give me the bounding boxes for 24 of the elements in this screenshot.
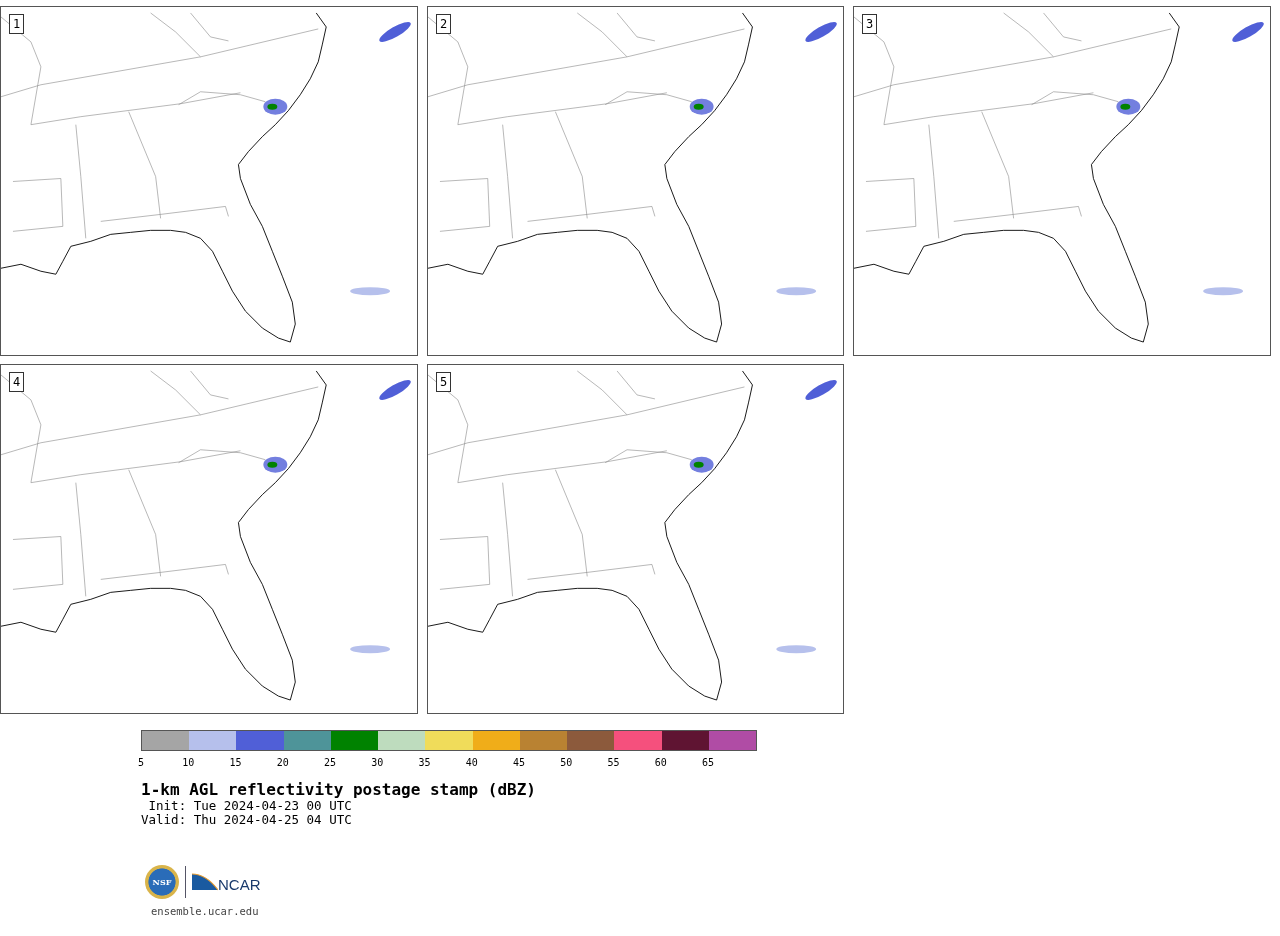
panel-number: 4 [9, 372, 25, 392]
panel-number: 2 [436, 14, 452, 34]
tick-label: 10 [182, 757, 195, 768]
tick-label: 55 [607, 757, 620, 768]
tick-label: 35 [418, 757, 431, 768]
panel-number: 5 [436, 372, 452, 392]
valid-time: Valid: Thu 2024-04-25 04 UTC [141, 813, 353, 827]
tick-label: 25 [324, 757, 336, 768]
panel-number: 3 [862, 14, 878, 34]
init-time: Init: Tue 2024-04-23 00 UTC [147, 799, 353, 813]
tick-label: 65 [702, 757, 714, 768]
tick-label: 30 [371, 757, 384, 768]
panel-number: 1 [9, 14, 25, 34]
website-url: ensemble.ucar.edu [151, 905, 260, 917]
tick-label: 20 [276, 757, 289, 768]
tick-label: 15 [229, 757, 242, 768]
tick-label: 50 [560, 757, 573, 768]
ncar-logo: NCAR [192, 872, 261, 892]
tick-label: 45 [513, 757, 525, 768]
tick-label: 60 [654, 757, 667, 768]
tick-label: 5 [138, 757, 144, 768]
nsf-logo: NSF [145, 865, 179, 899]
chart-title: 1-km AGL reflectivity postage stamp (dBZ) [141, 780, 537, 799]
tick-label: 40 [465, 757, 478, 768]
